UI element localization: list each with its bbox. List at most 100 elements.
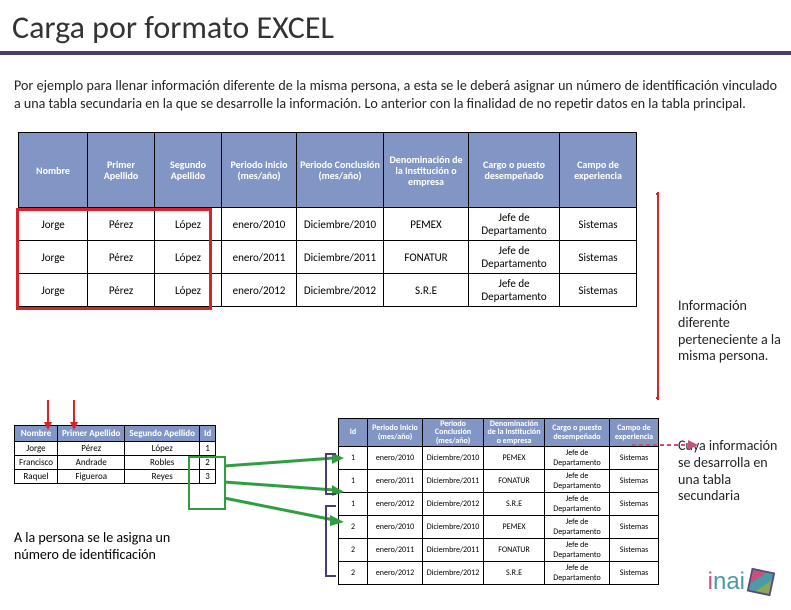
table-cell: 1 xyxy=(339,493,368,516)
secondary-table: IdPeriodo Inicio (mes/año)Periodo Conclu… xyxy=(338,418,659,585)
table-cell: Diciembre/2012 xyxy=(423,493,484,516)
table-cell: enero/2010 xyxy=(368,447,423,470)
inai-logo: inai xyxy=(708,568,773,596)
table-cell: Sistemas xyxy=(610,562,659,585)
table-header: Primer Apellido xyxy=(88,133,155,208)
table-header: Denominación de la Institución o empresa xyxy=(484,419,545,447)
title-bar: Carga por formato EXCEL xyxy=(0,0,791,55)
table-cell: 1 xyxy=(199,442,215,456)
table-cell: Jefe de Departamento xyxy=(545,539,610,562)
table-cell: Jefe de Departamento xyxy=(545,493,610,516)
table-cell: enero/2010 xyxy=(368,516,423,539)
table-cell: PEMEX xyxy=(384,208,469,241)
table-row: 2enero/2011Diciembre/2011FONATURJefe de … xyxy=(339,539,659,562)
table-header: Campo de experiencia xyxy=(560,133,637,208)
table-cell: Diciembre/2012 xyxy=(423,562,484,585)
table-cell: Sistemas xyxy=(560,208,637,241)
table-header: Segundo Apellido xyxy=(125,426,200,442)
table-cell: 2 xyxy=(339,539,368,562)
table-cell: 2 xyxy=(339,516,368,539)
table-cell: Jefe de Departamento xyxy=(545,562,610,585)
table-header: Nombre xyxy=(19,133,88,208)
table-row: 1enero/2010Diciembre/2010PEMEXJefe de De… xyxy=(339,447,659,470)
table-cell: Sistemas xyxy=(610,493,659,516)
table-row: 1enero/2011Diciembre/2011FONATURJefe de … xyxy=(339,470,659,493)
table-cell: PEMEX xyxy=(484,447,545,470)
table-cell: Sistemas xyxy=(560,274,637,307)
table-cell: enero/2012 xyxy=(368,493,423,516)
table-cell: Diciembre/2010 xyxy=(297,208,384,241)
table-cell: Raquel xyxy=(15,470,58,484)
secondary-table-wrap: IdPeriodo Inicio (mes/año)Periodo Conclu… xyxy=(338,418,659,585)
table-cell: Sistemas xyxy=(610,539,659,562)
table-cell: Sistemas xyxy=(610,470,659,493)
table-cell: Diciembre/2010 xyxy=(423,516,484,539)
main-table-wrap: NombrePrimer ApellidoSegundo ApellidoPer… xyxy=(18,132,658,307)
table-header: Id xyxy=(339,419,368,447)
table-cell: FONATUR xyxy=(484,539,545,562)
note-same-person: Información diferente perteneciente a la… xyxy=(678,298,788,365)
table-header: Periodo Conclusión (mes/año) xyxy=(423,419,484,447)
table-cell: FONATUR xyxy=(384,241,469,274)
assignment-caption: A la persona se le asigna un número de i… xyxy=(14,530,214,564)
table-cell: S.R.E xyxy=(384,274,469,307)
table-cell: Jorge xyxy=(15,442,58,456)
table-header: Primer Apellido xyxy=(58,426,125,442)
assignment-table: NombrePrimer ApellidoSegundo ApellidoId … xyxy=(14,425,216,484)
table-cell: S.R.E xyxy=(484,562,545,585)
arrows-id-to-secondary xyxy=(222,452,352,532)
table-cell: enero/2011 xyxy=(368,470,423,493)
table-cell: Sistemas xyxy=(610,516,659,539)
table-cell: Diciembre/2011 xyxy=(423,470,484,493)
table-cell: enero/2011 xyxy=(222,241,297,274)
table-cell: enero/2012 xyxy=(368,562,423,585)
table-cell: Sistemas xyxy=(560,241,637,274)
table-cell: 2 xyxy=(339,562,368,585)
highlight-same-person xyxy=(16,208,212,310)
table-cell: López xyxy=(125,442,200,456)
table-cell: PEMEX xyxy=(484,516,545,539)
table-header: Denominación de la Institución o empresa xyxy=(384,133,469,208)
table-row: RaquelFigueroaReyes3 xyxy=(15,470,216,484)
table-header: Periodo Inicio (mes/año) xyxy=(368,419,423,447)
note-secondary-table: Cuya información se desarrolla en una ta… xyxy=(678,438,788,505)
table-row: JorgePérezLópez1 xyxy=(15,442,216,456)
table-header: Periodo Conclusión (mes/año) xyxy=(297,133,384,208)
table-cell: Francisco xyxy=(15,456,58,470)
table-cell: FONATUR xyxy=(484,470,545,493)
table-header: Cargo o puesto desempeñado xyxy=(545,419,610,447)
table-header: Segundo Apellido xyxy=(155,133,222,208)
table-cell: Diciembre/2011 xyxy=(297,241,384,274)
table-cell: 1 xyxy=(339,470,368,493)
table-cell: Jefe de Departamento xyxy=(469,274,560,307)
table-cell: S.R.E xyxy=(484,493,545,516)
table-cell: Jefe de Departamento xyxy=(545,516,610,539)
table-cell: Jefe de Departamento xyxy=(469,208,560,241)
table-cell: enero/2011 xyxy=(368,539,423,562)
table-header: Periodo Inicio (mes/año) xyxy=(222,133,297,208)
table-cell: enero/2010 xyxy=(222,208,297,241)
logo-cube-icon xyxy=(747,568,775,596)
table-cell: enero/2012 xyxy=(222,274,297,307)
assignment-table-wrap: NombrePrimer ApellidoSegundo ApellidoId … xyxy=(14,425,216,484)
table-row: FranciscoAndradeRobles2 xyxy=(15,456,216,470)
table-row: 1enero/2012Diciembre/2012S.R.EJefe de De… xyxy=(339,493,659,516)
description-paragraph: Por ejemplo para llenar información dife… xyxy=(0,69,791,118)
table-cell: Sistemas xyxy=(610,447,659,470)
table-row: 2enero/2012Diciembre/2012S.R.EJefe de De… xyxy=(339,562,659,585)
table-header: Cargo o puesto desempeñado xyxy=(469,133,560,208)
table-cell: Andrade xyxy=(58,456,125,470)
table-cell: Jefe de Departamento xyxy=(469,241,560,274)
highlight-id-column xyxy=(188,456,226,510)
table-cell: Diciembre/2011 xyxy=(423,539,484,562)
table-header: Campo de experiencia xyxy=(610,419,659,447)
page-title: Carga por formato EXCEL xyxy=(12,8,779,47)
table-cell: Diciembre/2012 xyxy=(297,274,384,307)
table-cell: Diciembre/2010 xyxy=(423,447,484,470)
table-cell: Jefe de Departamento xyxy=(545,470,610,493)
table-header: Nombre xyxy=(15,426,58,442)
table-cell: Jefe de Departamento xyxy=(545,447,610,470)
table-cell: Pérez xyxy=(58,442,125,456)
table-header: Id xyxy=(199,426,215,442)
table-row: 2enero/2010Diciembre/2010PEMEXJefe de De… xyxy=(339,516,659,539)
